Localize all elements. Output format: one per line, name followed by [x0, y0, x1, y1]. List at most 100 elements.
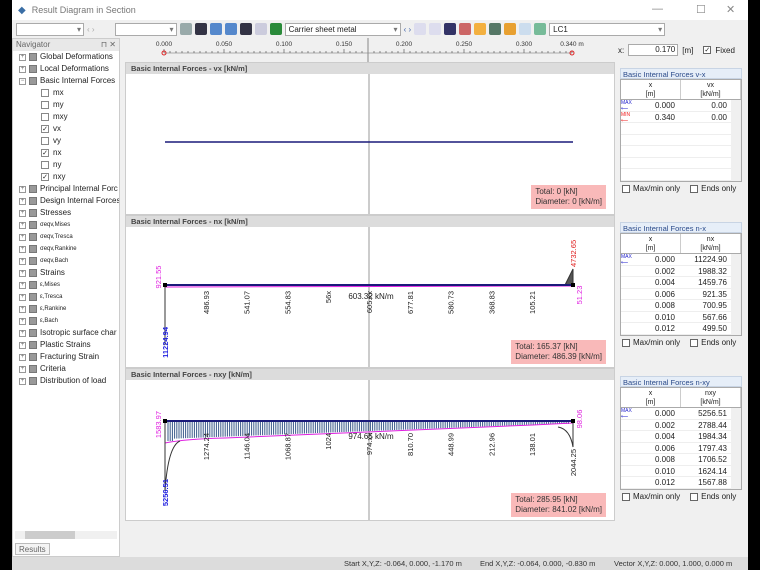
table-row[interactable]: 0.002 2788.44	[621, 420, 741, 431]
support-icon[interactable]	[444, 23, 457, 35]
view-icon[interactable]	[414, 23, 427, 35]
table-icon[interactable]	[519, 23, 532, 35]
nav-item[interactable]: + ε,Bach	[13, 315, 119, 327]
expand-icon[interactable]: +	[19, 233, 26, 241]
nav-item[interactable]: + Global Deformations	[13, 51, 119, 63]
x-input[interactable]: 0.170	[628, 44, 679, 56]
nav-item[interactable]: + Plastic Strains	[13, 339, 119, 351]
values-icon[interactable]	[534, 23, 547, 35]
zoom-in-icon[interactable]	[209, 23, 222, 35]
ends-only-checkbox[interactable]: Ends only	[690, 338, 736, 347]
nav-item[interactable]: + Fracturing Strain	[13, 351, 119, 363]
table-row[interactable]: 0.008 1706.52	[621, 454, 741, 466]
table-row[interactable]: 0.004 1984.34	[621, 431, 741, 443]
nav-item[interactable]: + σeqv,Mises	[13, 219, 119, 231]
table-row[interactable]: 0.012 499.50	[621, 323, 741, 335]
vertical-scrollbar[interactable]	[731, 254, 741, 335]
expand-icon[interactable]: +	[19, 329, 26, 337]
nav-checkbox[interactable]	[41, 137, 49, 145]
table-row[interactable]: 0.006 1797.43	[621, 443, 741, 454]
table-row[interactable]: 0.002 1988.32	[621, 266, 741, 277]
expand-icon[interactable]: +	[19, 245, 26, 253]
table-row[interactable]: MIN ⟵ 0.340 0.00	[621, 112, 741, 123]
nav-item[interactable]: + Distribution of load	[13, 375, 119, 387]
expand-icon[interactable]: +	[19, 353, 26, 361]
section-icon[interactable]	[459, 23, 472, 35]
expand-icon[interactable]: +	[19, 365, 26, 373]
expand-icon[interactable]: +	[19, 257, 26, 265]
ends-only-checkbox[interactable]: Ends only	[690, 492, 736, 501]
maxmin-only-checkbox[interactable]: Max/min only	[622, 492, 680, 501]
nav-item[interactable]: ✓ nxy	[13, 171, 119, 183]
table-row[interactable]: MAX ⟵ 0.000 0.00	[621, 100, 741, 112]
expand-icon[interactable]: +	[19, 65, 26, 73]
expand-icon[interactable]: +	[19, 317, 26, 325]
pin-close-icon[interactable]: ⊓ ✕	[101, 39, 116, 51]
prev-icon[interactable]: ‹ ›	[87, 25, 95, 34]
nav-item[interactable]: + ε,Mises	[13, 279, 119, 291]
nav-item[interactable]: ny	[13, 159, 119, 171]
expand-icon[interactable]: +	[19, 293, 26, 301]
table-row[interactable]: 0.012 1567.88	[621, 477, 741, 489]
maxmin-only-checkbox[interactable]: Max/min only	[622, 184, 680, 193]
nav-item[interactable]: mxy	[13, 111, 119, 123]
maximize-button[interactable]: ☐	[696, 3, 706, 16]
save-icon[interactable]	[254, 23, 267, 35]
nav-item[interactable]: + ε,Rankine	[13, 303, 119, 315]
close-button[interactable]: ✕	[726, 3, 735, 16]
vertical-scrollbar[interactable]	[731, 100, 741, 181]
nav-checkbox[interactable]: ✓	[41, 149, 49, 157]
nav-arrows-icon[interactable]: ‹ ›	[404, 25, 412, 34]
zoom-out-icon[interactable]	[224, 23, 237, 35]
nav-item[interactable]: + Strains	[13, 267, 119, 279]
nav-item[interactable]: + σeqv,Tresca	[13, 231, 119, 243]
table-row[interactable]: MAX ⟵ 0.000 5256.51	[621, 408, 741, 420]
nav-item[interactable]: ✓ nx	[13, 147, 119, 159]
axis-icon[interactable]	[429, 23, 442, 35]
section-combo[interactable]	[114, 22, 177, 36]
expand-icon[interactable]: +	[19, 221, 26, 229]
vertical-scrollbar[interactable]	[731, 408, 741, 489]
nav-checkbox[interactable]	[41, 161, 49, 169]
nav-checkbox[interactable]	[41, 101, 49, 109]
expand-icon[interactable]: +	[19, 269, 26, 277]
expand-icon[interactable]: −	[19, 77, 26, 85]
expand-icon[interactable]: +	[19, 197, 26, 205]
table-row[interactable]: 0.006 921.35	[621, 289, 741, 300]
model-combo[interactable]	[16, 22, 84, 36]
nav-checkbox[interactable]	[41, 113, 49, 121]
excel-icon[interactable]	[269, 23, 282, 35]
nav-item[interactable]: + σeqv,Rankine	[13, 243, 119, 255]
results-tab[interactable]: Results	[15, 543, 50, 555]
nav-item[interactable]: + Isotropic surface char	[13, 327, 119, 339]
horizontal-scrollbar[interactable]	[15, 531, 117, 539]
nav-item[interactable]: + Design Internal Forces	[13, 195, 119, 207]
expand-icon[interactable]: +	[19, 185, 26, 193]
nav-item[interactable]: + Stresses	[13, 207, 119, 219]
table-row[interactable]: 0.010 1624.14	[621, 466, 741, 477]
nav-item[interactable]: vy	[13, 135, 119, 147]
nav-item[interactable]: − Basic Internal Forces	[13, 75, 119, 87]
maxmin-only-checkbox[interactable]: Max/min only	[622, 338, 680, 347]
minimize-button[interactable]: —	[652, 3, 663, 15]
nav-item[interactable]: mx	[13, 87, 119, 99]
table-row[interactable]: 0.010 567.66	[621, 312, 741, 323]
nav-item[interactable]: + Local Deformations	[13, 63, 119, 75]
expand-icon[interactable]: +	[19, 377, 26, 385]
member-combo[interactable]: Carrier sheet metal	[284, 22, 401, 36]
table-row[interactable]: 0.004 1459.76	[621, 277, 741, 289]
table-row[interactable]: MAX ⟵ 0.000 11224.90	[621, 254, 741, 266]
nav-item[interactable]: + ε,Tresca	[13, 291, 119, 303]
settings-icon[interactable]	[239, 23, 252, 35]
section-ruler[interactable]: 0.000 0.050 0.100 0.150 0.200 0.250 0.300 0.340…	[125, 38, 615, 62]
expand-icon[interactable]: +	[19, 209, 26, 217]
nav-item[interactable]: ✓ vx	[13, 123, 119, 135]
print-icon[interactable]	[179, 23, 192, 35]
nav-item[interactable]: my	[13, 99, 119, 111]
nav-item[interactable]: + σeqv,Bach	[13, 255, 119, 267]
expand-icon[interactable]: +	[19, 305, 26, 313]
nav-checkbox[interactable]	[41, 89, 49, 97]
nav-item[interactable]: + Criteria	[13, 363, 119, 375]
nav-checkbox[interactable]: ✓	[41, 125, 49, 133]
table-row[interactable]: 0.008 700.95	[621, 300, 741, 312]
